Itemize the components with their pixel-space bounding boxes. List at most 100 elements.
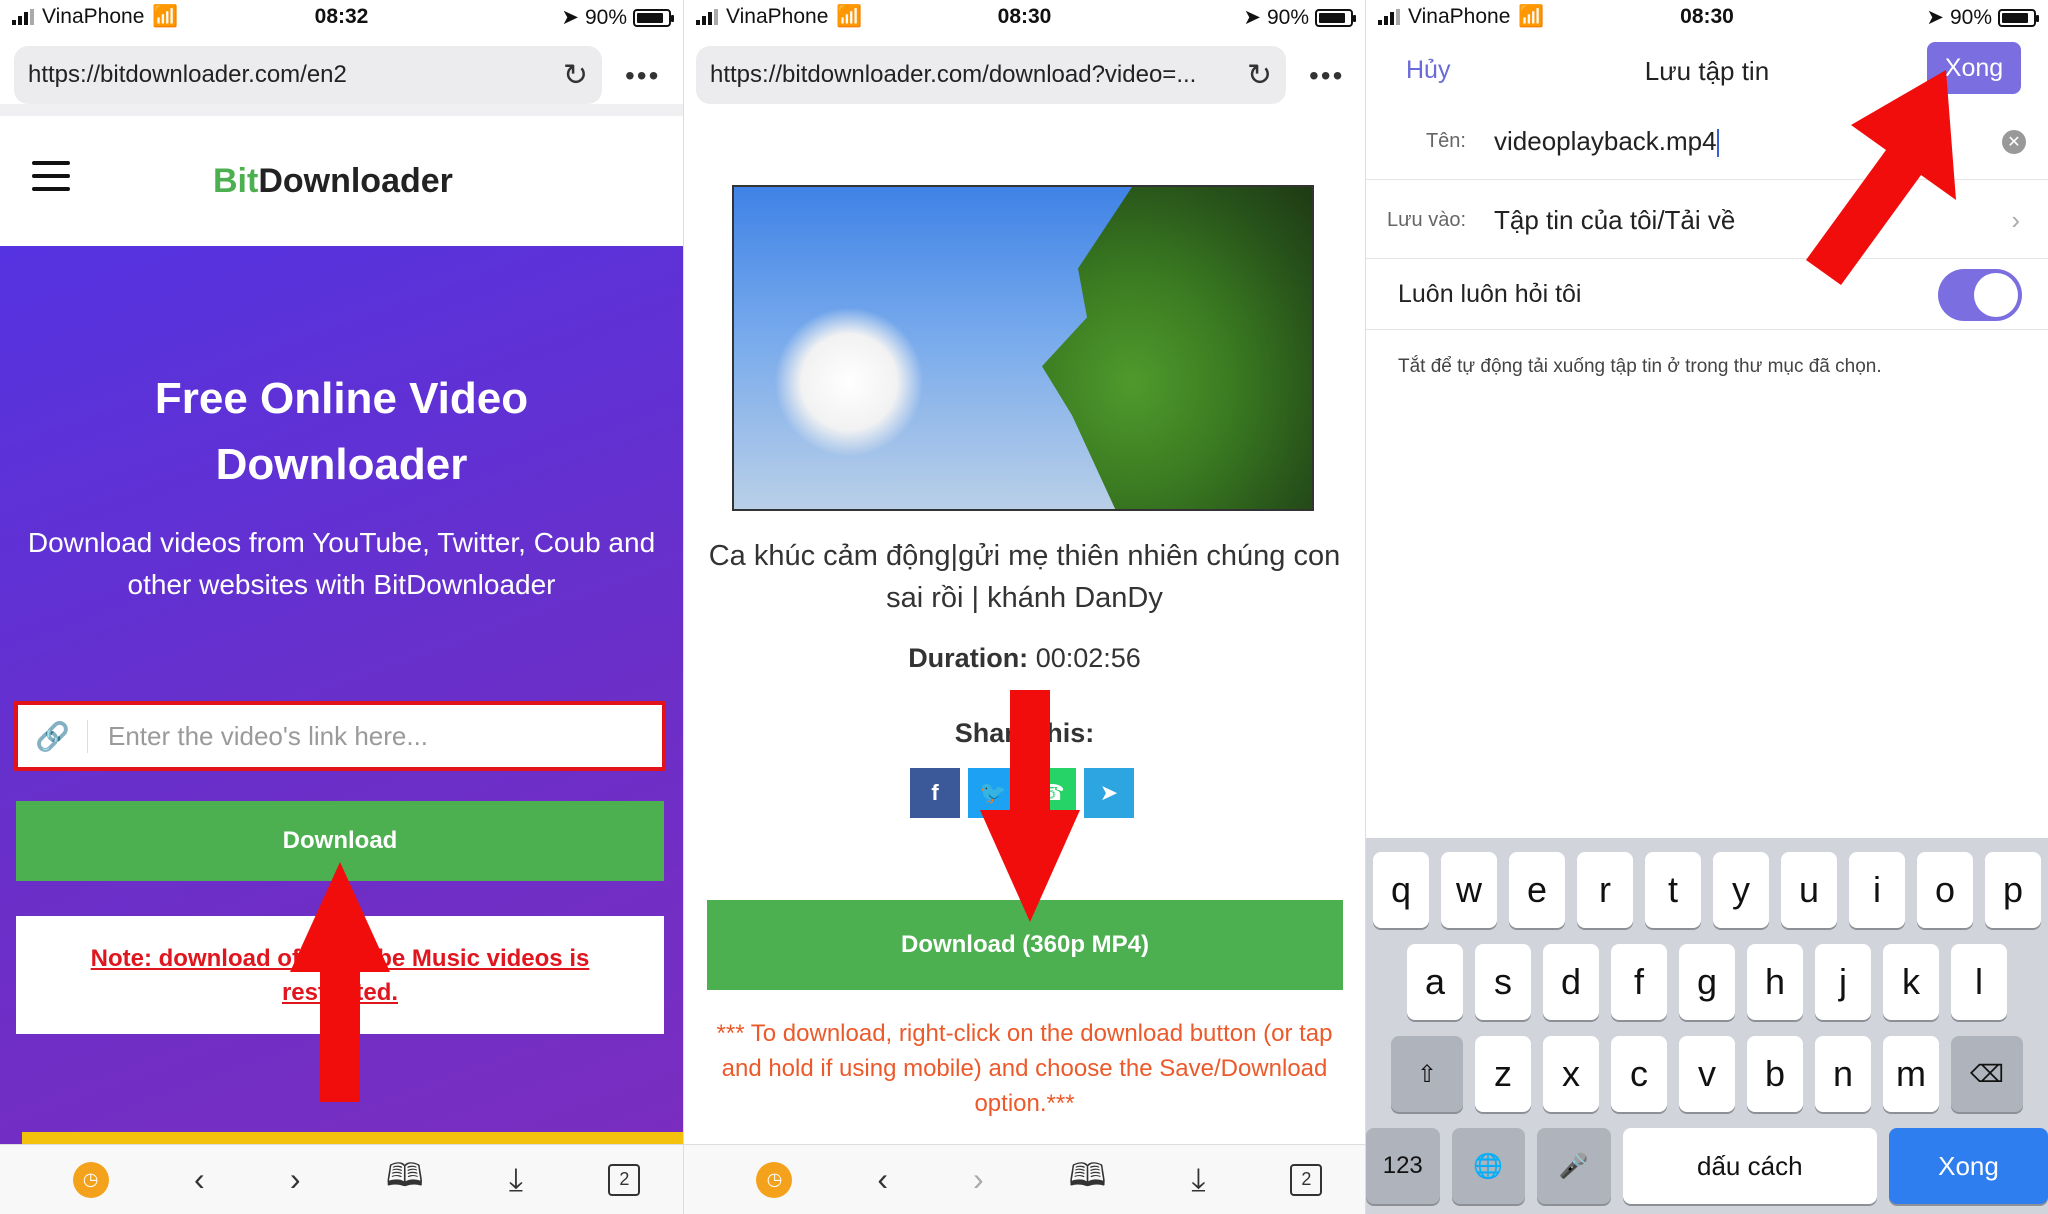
key-f[interactable]: f	[1611, 944, 1667, 1020]
always-ask-hint: Tắt để tự động tải xuống tập tin ở trong…	[1398, 356, 1882, 377]
facebook-icon[interactable]: f	[910, 768, 960, 818]
battery-percent: 90%	[584, 5, 627, 29]
numbers-key[interactable]: 123	[1366, 1128, 1440, 1204]
screenshot-stage: VinaPhone 📶 08:32 ➤ 90% https://bitdownl…	[0, 0, 2048, 1214]
key-n[interactable]: n	[1815, 1036, 1871, 1112]
key-e[interactable]: e	[1509, 852, 1565, 928]
video-thumbnail[interactable]	[732, 185, 1314, 511]
red-arrow-up-icon	[290, 862, 390, 1102]
telegram-icon[interactable]: ➤	[1084, 768, 1134, 818]
shift-key-icon[interactable]: ⇧	[1391, 1036, 1463, 1112]
hamburger-menu-icon[interactable]	[32, 161, 70, 200]
keyboard-row-3: ⇧ zxcvbnm ⌫	[1366, 1036, 2048, 1112]
link-input-box[interactable]: 🔗	[14, 701, 666, 771]
space-key[interactable]: dấu cách	[1622, 1128, 1877, 1204]
more-icon[interactable]: •••	[1309, 60, 1344, 92]
location-icon: ➤	[561, 6, 579, 29]
backspace-key-icon[interactable]: ⌫	[1951, 1036, 2023, 1112]
status-right: ➤ 90%	[561, 5, 674, 30]
download-icon[interactable]: ⤓	[1191, 1161, 1205, 1199]
key-o[interactable]: o	[1917, 852, 1973, 928]
red-arrow-down-icon	[980, 690, 1080, 922]
url-bar[interactable]: https://bitdownloader.com/download?video…	[696, 46, 1286, 104]
duration-label: Duration:	[908, 643, 1029, 673]
url-text[interactable]: https://bitdownloader.com/download?video…	[710, 61, 1237, 89]
keyboard-letters-3: zxcvbnm	[1475, 1036, 1939, 1112]
key-b[interactable]: b	[1747, 1036, 1803, 1112]
globe-key-icon[interactable]: 🌐	[1451, 1128, 1526, 1204]
logo-text: Downloader	[258, 162, 453, 200]
key-r[interactable]: r	[1577, 852, 1633, 928]
more-icon[interactable]: •••	[625, 60, 660, 92]
key-p[interactable]: p	[1985, 852, 2041, 928]
download-instructions: *** To download, right-click on the down…	[716, 1020, 1333, 1117]
reload-icon[interactable]: ↻	[563, 58, 588, 93]
yellow-banner	[22, 1132, 683, 1144]
divider	[0, 104, 683, 116]
key-z[interactable]: z	[1475, 1036, 1531, 1112]
red-arrow-up-right-icon	[1806, 70, 1956, 285]
forward-icon[interactable]: ›	[973, 1161, 984, 1198]
panel-download-page: VinaPhone 📶 08:30 ➤ 90% https://bitdownl…	[683, 0, 1365, 1214]
bookmarks-icon[interactable]: 🕮	[386, 1153, 424, 1207]
bookmarks-icon[interactable]: 🕮	[1069, 1153, 1107, 1207]
link-icon: 🔗	[18, 719, 88, 753]
panel-home: VinaPhone 📶 08:32 ➤ 90% https://bitdownl…	[0, 0, 683, 1214]
key-w[interactable]: w	[1441, 852, 1497, 928]
location-icon: ➤	[1926, 6, 1944, 29]
return-key[interactable]: Xong	[1888, 1128, 2048, 1204]
battery-icon	[1998, 8, 2039, 27]
forward-icon[interactable]: ›	[290, 1161, 301, 1198]
key-y[interactable]: y	[1713, 852, 1769, 928]
bottom-toolbar: ◷ ‹ › 🕮 ⤓ 2	[684, 1144, 1365, 1214]
reload-icon[interactable]: ↻	[1247, 58, 1272, 93]
key-t[interactable]: t	[1645, 852, 1701, 928]
video-link-input[interactable]	[88, 706, 662, 766]
key-h[interactable]: h	[1747, 944, 1803, 1020]
download-icon[interactable]: ⤓	[509, 1161, 523, 1199]
key-c[interactable]: c	[1611, 1036, 1667, 1112]
save-location-label: Lưu vào:	[1387, 209, 1466, 231]
key-v[interactable]: v	[1679, 1036, 1735, 1112]
key-a[interactable]: a	[1407, 944, 1463, 1020]
key-u[interactable]: u	[1781, 852, 1837, 928]
mic-key-icon[interactable]: 🎤	[1537, 1128, 1611, 1204]
filename-value[interactable]: videoplayback.mp4	[1494, 126, 1717, 156]
text-caret	[1716, 129, 1719, 158]
battery-icon	[1315, 8, 1356, 27]
video-duration: Duration: 00:02:56	[684, 643, 1365, 674]
clock-icon[interactable]: ◷	[756, 1161, 793, 1198]
key-m[interactable]: m	[1883, 1036, 1939, 1112]
key-x[interactable]: x	[1543, 1036, 1599, 1112]
key-j[interactable]: j	[1815, 944, 1871, 1020]
hero-title: Free Online Video Downloader	[154, 374, 529, 489]
bottom-toolbar: ◷ ‹ › 🕮 ⤓ 2	[0, 1144, 683, 1214]
key-k[interactable]: k	[1883, 944, 1939, 1020]
filename-label: Tên:	[1425, 130, 1466, 152]
key-s[interactable]: s	[1475, 944, 1531, 1020]
keyboard-row-2: asdfghjkl	[1366, 944, 2048, 1020]
chevron-right-icon[interactable]: ›	[2011, 205, 2020, 236]
back-icon[interactable]: ‹	[194, 1161, 205, 1198]
hero-subtitle: Download videos from YouTube, Twitter, C…	[27, 527, 656, 600]
back-icon[interactable]: ‹	[877, 1161, 888, 1198]
clock-icon[interactable]: ◷	[72, 1161, 109, 1198]
url-bar[interactable]: https://bitdownloader.com/en2 ↻	[14, 46, 602, 104]
keyboard-row-1: qwertyuiop	[1366, 852, 2048, 928]
logo[interactable]: BitDownloader	[213, 162, 453, 201]
key-g[interactable]: g	[1679, 944, 1735, 1020]
tabs-icon[interactable]: 2	[1290, 1163, 1323, 1196]
clear-icon[interactable]: ✕	[2002, 129, 2026, 154]
thumbnail-face	[1042, 187, 1312, 509]
key-i[interactable]: i	[1849, 852, 1905, 928]
duration-value: 00:02:56	[1035, 643, 1141, 673]
status-bar: VinaPhone 📶 08:30 ➤ 90%	[684, 0, 1365, 34]
status-bar: VinaPhone 📶 08:30 ➤ 90%	[1366, 0, 2048, 34]
key-d[interactable]: d	[1543, 944, 1599, 1020]
key-q[interactable]: q	[1373, 852, 1429, 928]
tabs-icon[interactable]: 2	[608, 1163, 641, 1196]
status-bar: VinaPhone 📶 08:32 ➤ 90%	[0, 0, 683, 34]
key-l[interactable]: l	[1951, 944, 2007, 1020]
url-text[interactable]: https://bitdownloader.com/en2	[28, 61, 553, 89]
battery-percent: 90%	[1266, 5, 1309, 29]
